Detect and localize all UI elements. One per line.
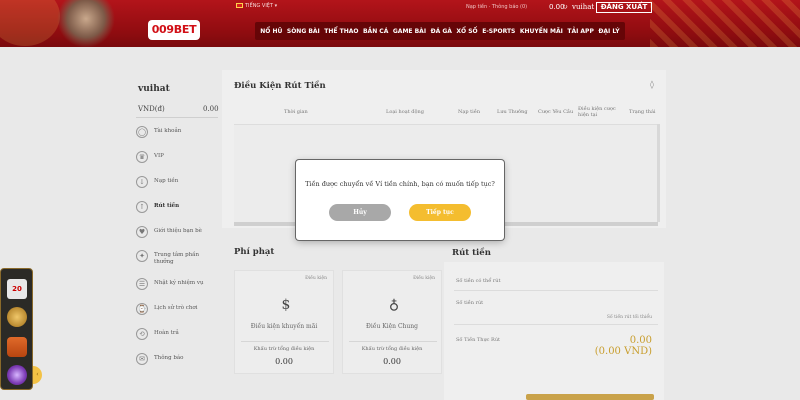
vietnam-flag-icon bbox=[236, 3, 243, 8]
cancel-button[interactable]: Hủy bbox=[329, 204, 391, 221]
nav-item[interactable]: ĐẠI LÝ bbox=[598, 28, 619, 35]
nav-item[interactable]: ĐÁ GÀ bbox=[431, 28, 452, 35]
nav-item[interactable]: THỂ THAO bbox=[324, 28, 358, 35]
header-username[interactable]: vuihat bbox=[572, 3, 594, 11]
logout-button[interactable]: ĐĂNG XUẤT bbox=[596, 2, 652, 13]
top-header: 009BET TIẾNG VIỆT ▾ Nạp tiền · Thông báo… bbox=[0, 0, 800, 47]
nav-item[interactable]: BẮN CÁ bbox=[363, 28, 388, 35]
nav-item[interactable]: NỔ HŨ bbox=[260, 28, 282, 35]
language-selector[interactable]: TIẾNG VIỆT ▾ bbox=[236, 3, 277, 9]
top-info-links[interactable]: Nạp tiền · Thông báo (0) bbox=[466, 4, 527, 10]
site-logo[interactable]: 009BET bbox=[148, 20, 200, 40]
header-pattern bbox=[650, 0, 800, 47]
header-decoration bbox=[0, 0, 60, 46]
nav-item[interactable]: XỔ SỐ bbox=[456, 28, 477, 35]
nav-item[interactable]: GAME BÀI bbox=[393, 28, 426, 35]
main-nav: NỔ HŨ SÒNG BÀI THỂ THAO BẮN CÁ GAME BÀI … bbox=[255, 22, 625, 40]
nav-item[interactable]: KHUYẾN MÃI bbox=[520, 28, 563, 35]
mascot-image bbox=[56, 0, 116, 47]
nav-item[interactable]: SÒNG BÀI bbox=[287, 28, 320, 35]
language-label: TIẾNG VIỆT bbox=[245, 3, 274, 9]
confirm-dialog: Tiền được chuyển về Ví tiền chính, bạn c… bbox=[296, 160, 504, 240]
nav-item[interactable]: E-SPORTS bbox=[482, 28, 515, 35]
refresh-icon[interactable]: ↻ bbox=[562, 3, 568, 11]
dialog-message: Tiền được chuyển về Ví tiền chính, bạn c… bbox=[305, 180, 495, 188]
nav-item[interactable]: TẢI APP bbox=[567, 28, 594, 35]
continue-button[interactable]: Tiếp tục bbox=[409, 204, 471, 221]
